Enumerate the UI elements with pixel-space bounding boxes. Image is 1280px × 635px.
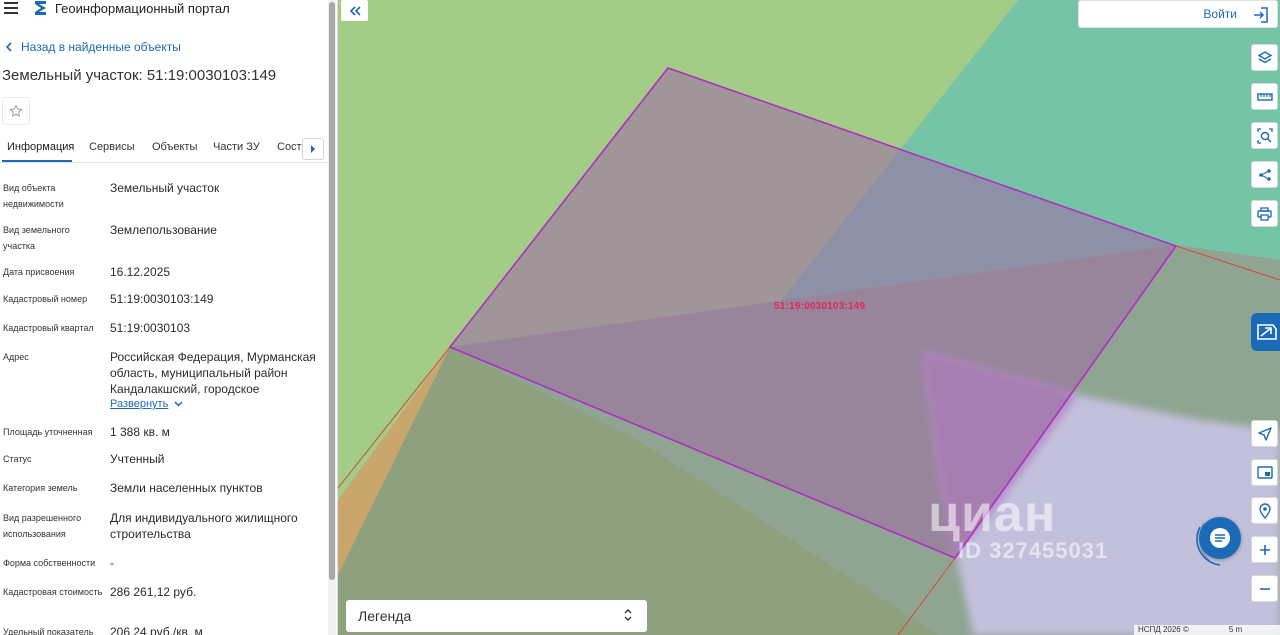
watermark: циан ID 327455031	[928, 488, 1108, 562]
login-label: Войти	[1203, 7, 1237, 21]
property-value: Земельный участок	[110, 181, 220, 195]
chevron-left-icon	[6, 42, 12, 52]
sort-arrows-icon	[624, 609, 632, 621]
property-label: Вид объекта недвижимости	[3, 183, 64, 209]
share-icon	[1258, 168, 1271, 181]
scrollbar-thumb[interactable]	[329, 2, 335, 580]
property-label: Кадастровая стоимость	[3, 587, 103, 597]
tab-parts[interactable]: Части ЗУ	[213, 141, 260, 153]
map-view[interactable]: 51:19:0030103:149 циан ID 327455031 Войт…	[338, 0, 1280, 635]
area-search-button[interactable]	[1251, 122, 1278, 149]
panel-scrollbar[interactable]	[328, 0, 336, 635]
expand-address-link[interactable]: Развернуть	[110, 398, 183, 410]
navigation-icon	[1257, 426, 1272, 441]
attribution-text: НСПД 2026 ©	[1138, 625, 1189, 634]
parcel-number-label: 51:19:0030103:149	[774, 301, 866, 312]
property-value: Землепользование	[110, 223, 217, 237]
property-value: 1 388 кв. м	[110, 425, 170, 439]
property-label: Площадь уточненная	[3, 427, 93, 437]
back-to-results-link[interactable]: Назад в найденные объекты	[6, 40, 181, 54]
top-bar: Геоинформационный портал	[0, 0, 330, 20]
expand-label: Развернуть	[110, 398, 169, 410]
zoom-in-icon	[1259, 544, 1270, 555]
tabs-scroll-right-button[interactable]	[302, 138, 324, 160]
tab-services[interactable]: Сервисы	[89, 141, 135, 153]
scale-label: 5 m	[1228, 625, 1243, 634]
zoom-out-button[interactable]	[1251, 575, 1278, 602]
watermark-brand: циан	[928, 485, 1057, 543]
property-label: Кадастровый номер	[3, 294, 88, 304]
map-canvas[interactable]	[338, 0, 1280, 635]
property-value: 286 261,12 руб.	[110, 585, 197, 599]
info-panel: Геоинформационный портал Назад в найденн…	[0, 0, 338, 635]
double-chevron-left-icon	[349, 5, 361, 16]
map-widget-icon	[1257, 324, 1277, 340]
layers-icon	[1257, 50, 1272, 63]
property-label: Форма собственности	[3, 558, 96, 568]
property-value: 51:19:0030103	[110, 321, 191, 335]
property-value: 51:19:0030103:149	[110, 292, 214, 306]
login-icon	[1254, 7, 1268, 23]
share-button[interactable]	[1251, 161, 1278, 188]
legend-dropdown[interactable]: Легенда	[346, 600, 647, 632]
property-value: 206,24 руб./кв. м	[110, 625, 203, 635]
print-icon	[1257, 206, 1272, 221]
chevron-down-icon	[174, 401, 183, 407]
property-label: Статус	[3, 454, 32, 464]
area-search-icon	[1256, 127, 1273, 144]
caret-right-icon	[311, 145, 315, 153]
property-value: Земли населенных пунктов	[110, 481, 263, 495]
portal-title: Геоинформационный портал	[55, 1, 230, 16]
property-label: Вид разрешенного использования	[3, 513, 82, 539]
ruler-button[interactable]	[1251, 83, 1278, 110]
favorite-button[interactable]	[2, 97, 30, 125]
property-value: Российская Федерация, Мурманская область…	[110, 350, 316, 396]
star-icon	[9, 104, 23, 117]
property-label: Удельный показатель	[3, 627, 94, 635]
property-label: Категория земель	[3, 483, 78, 493]
property-value: Для индивидуального жилищного строительс…	[110, 511, 298, 541]
watermark-id: ID 327455031	[958, 538, 1109, 563]
chat-icon	[1210, 528, 1230, 548]
property-label: Адрес	[3, 352, 29, 362]
tab-information[interactable]: Информация	[7, 141, 74, 153]
minimap-button[interactable]	[1251, 459, 1278, 486]
portal-logo-icon	[35, 1, 46, 15]
zoom-in-button[interactable]	[1251, 536, 1278, 563]
location-pin-icon	[1258, 502, 1271, 519]
property-label: Дата присвоения	[3, 267, 75, 277]
chat-button[interactable]	[1199, 517, 1241, 559]
property-value: -	[110, 556, 114, 570]
collapse-panel-button[interactable]	[341, 0, 368, 21]
navigation-button[interactable]	[1251, 420, 1278, 447]
print-button[interactable]	[1251, 200, 1278, 227]
chat-widget[interactable]	[1190, 509, 1252, 571]
layers-button[interactable]	[1251, 44, 1278, 71]
active-tab-indicator	[2, 160, 72, 162]
ruler-icon	[1256, 92, 1273, 101]
property-label: Кадастровый квартал	[3, 323, 94, 333]
zoom-out-icon	[1259, 587, 1270, 590]
tab-objects[interactable]: Объекты	[152, 141, 197, 153]
back-link-label: Назад в найденные объекты	[21, 40, 181, 54]
property-value: 16.12.2025	[110, 265, 171, 279]
page-title: Земельный участок: 51:19:0030103:149	[2, 67, 277, 84]
legend-label: Легенда	[358, 608, 412, 624]
location-button[interactable]	[1251, 497, 1278, 524]
minimap-icon	[1256, 466, 1273, 479]
login-button[interactable]: Войти	[1078, 0, 1278, 28]
property-label: Вид земельного участка	[3, 225, 70, 251]
tabs-bar: Информация Сервисы Объекты Части ЗУ Сост…	[0, 133, 328, 163]
map-attribution: НСПД 2026 © 5 m	[1134, 625, 1280, 635]
side-widget-button[interactable]	[1251, 313, 1280, 351]
menu-icon[interactable]	[4, 2, 18, 14]
property-value: Учтенный	[110, 452, 165, 466]
